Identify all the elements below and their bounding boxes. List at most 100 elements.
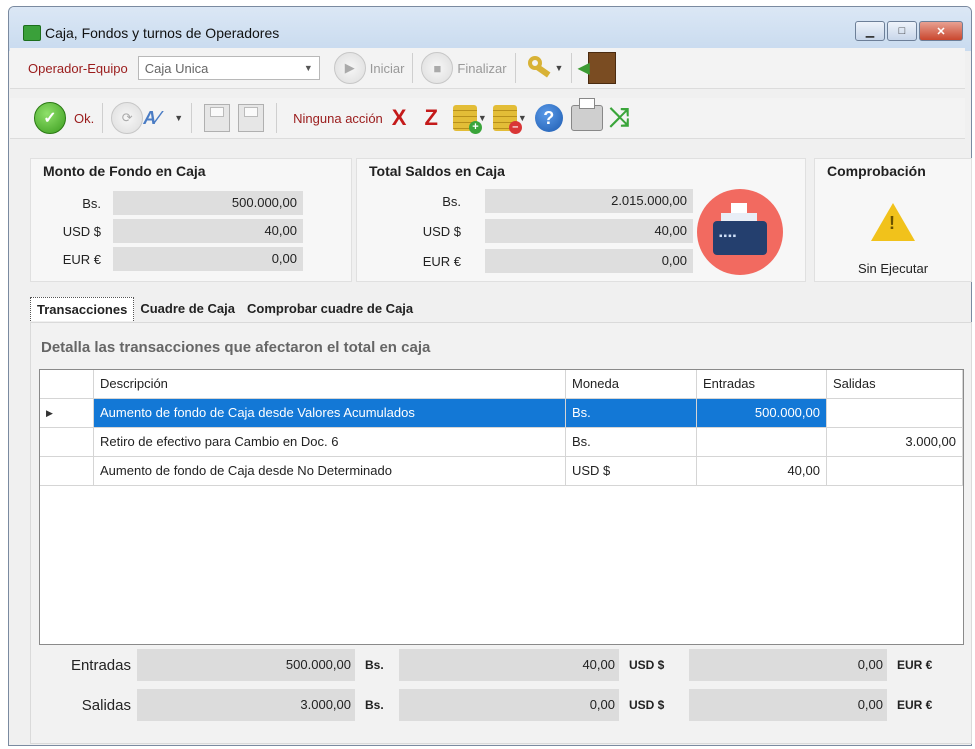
cell-description[interactable]: Aumento de fondo de Caja desde No Determ… — [94, 457, 566, 485]
cell-out[interactable]: 3.000,00 — [827, 428, 963, 456]
currency-label: EUR € — [62, 251, 101, 267]
exit-door-icon[interactable] — [577, 52, 617, 84]
chevron-down-icon: ▼ — [303, 63, 313, 73]
cash-register-icon: ▪▪▪▪ — [697, 189, 783, 275]
column-header-descripcion[interactable]: Descripción — [94, 370, 566, 398]
cell-description[interactable]: Aumento de fondo de Caja desde Valores A… — [94, 399, 566, 427]
currency-label: USD $ — [422, 223, 461, 239]
spellcheck-icon[interactable]: A⁄ — [143, 105, 173, 131]
finish-button[interactable]: ■ — [421, 52, 454, 84]
table-row[interactable]: Retiro de efectivo para Cambio en Doc. 6… — [40, 428, 963, 457]
cell-out[interactable] — [827, 399, 963, 427]
dropdown-arrow-icon[interactable]: ▼ — [174, 113, 183, 123]
transactions-grid[interactable]: Descripción Moneda Entradas Salidas ▶ Au… — [39, 369, 964, 645]
help-icon[interactable]: ? — [534, 104, 563, 132]
toolbar-separator — [276, 103, 278, 133]
currency-usd: USD $ — [629, 698, 665, 712]
ok-button-label[interactable]: Ok. — [74, 111, 94, 126]
dropdown-arrow-icon[interactable]: ▼ — [555, 63, 564, 73]
start-button[interactable]: ▶ — [333, 52, 366, 84]
maximize-button[interactable]: □ — [887, 21, 917, 41]
toolbar-separator — [191, 103, 193, 133]
operator-toolbar: Operador-Equipo Caja Unica ▼ ▶ Iniciar ■… — [10, 48, 965, 89]
verification-panel: Comprobación ! Sin Ejecutar — [814, 158, 972, 282]
toolbar-separator — [514, 53, 516, 83]
entradas-eur: 0,00 — [689, 649, 887, 681]
cell-out[interactable] — [827, 457, 963, 485]
transactions-tab-panel: Detalla las transacciones que afectaron … — [30, 322, 972, 744]
verification-status: Sin Ejecutar — [857, 261, 929, 276]
row-indicator — [40, 428, 94, 456]
fund-value-eur: 0,00 — [113, 247, 303, 271]
balance-value-usd: 40,00 — [485, 219, 693, 243]
warning-icon: ! — [871, 203, 915, 241]
row-pointer-icon: ▶ — [40, 399, 94, 427]
table-row[interactable]: Aumento de fondo de Caja desde No Determ… — [40, 457, 963, 486]
cell-in[interactable]: 40,00 — [697, 457, 827, 485]
refresh-button[interactable]: ⟳ — [111, 102, 144, 134]
balance-value-eur: 0,00 — [485, 249, 693, 273]
cell-currency[interactable]: USD $ — [566, 457, 697, 485]
currency-label: USD $ — [62, 223, 101, 239]
operator-label: Operador-Equipo — [28, 60, 128, 76]
printer-icon[interactable] — [570, 98, 603, 131]
totals-salidas-row: Salidas 3.000,00 Bs. 0,00 USD $ 0,00 EUR… — [31, 689, 947, 721]
cell-in[interactable] — [697, 428, 827, 456]
cell-currency[interactable]: Bs. — [566, 428, 697, 456]
tab-cuadre[interactable]: Cuadre de Caja — [134, 297, 241, 321]
operator-combo[interactable]: Caja Unica ▼ — [137, 56, 320, 80]
currency-usd: USD $ — [629, 658, 665, 672]
balance-row-usd: USD $ 40,00 — [357, 219, 693, 243]
minimize-button[interactable]: ▁ — [855, 21, 885, 41]
column-header-salidas[interactable]: Salidas — [827, 370, 963, 398]
entradas-usd: 40,00 — [399, 649, 619, 681]
cell-description[interactable]: Retiro de efectivo para Cambio en Doc. 6 — [94, 428, 566, 456]
window-controls: ▁ □ ✕ — [855, 21, 963, 41]
tab-bar: Transacciones Cuadre de Caja Comprobar c… — [30, 297, 419, 321]
balance-value-bs: 2.015.000,00 — [485, 189, 693, 213]
currency-bs: Bs. — [365, 658, 384, 672]
cell-in[interactable]: 500.000,00 — [697, 399, 827, 427]
entradas-bs: 500.000,00 — [137, 649, 355, 681]
shuffle-icon[interactable]: ⤨ — [609, 102, 630, 134]
fund-row-bs: Bs. 500.000,00 — [31, 191, 303, 215]
operator-combo-value: Caja Unica — [144, 60, 209, 76]
currency-label: Bs. — [442, 193, 461, 209]
stop-icon: ■ — [433, 60, 442, 76]
column-header-moneda[interactable]: Moneda — [566, 370, 697, 398]
coins-add-icon[interactable]: + — [452, 105, 482, 134]
z-report-button[interactable]: Z — [424, 105, 437, 131]
currency-eur: EUR € — [897, 698, 933, 712]
fund-value-bs: 500.000,00 — [113, 191, 303, 215]
window-title: Caja, Fondos y turnos de Operadores — [45, 25, 280, 41]
fund-panel: Monto de Fondo en Caja Bs. 500.000,00 US… — [30, 158, 352, 282]
tab-transacciones[interactable]: Transacciones — [30, 297, 135, 321]
close-button[interactable]: ✕ — [919, 21, 963, 41]
x-report-button[interactable]: X — [392, 105, 407, 131]
salidas-eur: 0,00 — [689, 689, 887, 721]
save-icon[interactable] — [238, 104, 265, 132]
currency-label: EUR € — [422, 253, 461, 269]
coins-remove-icon[interactable]: – — [492, 105, 522, 134]
currency-label: Bs. — [82, 195, 101, 211]
column-header-entradas[interactable]: Entradas — [697, 370, 827, 398]
fund-row-usd: USD $ 40,00 — [31, 219, 303, 243]
refresh-icon: ⟳ — [121, 110, 133, 125]
fund-value-usd: 40,00 — [113, 219, 303, 243]
play-icon: ▶ — [344, 60, 355, 75]
save-all-icon[interactable] — [204, 104, 231, 132]
ok-check-icon[interactable]: ✓ — [34, 102, 66, 134]
action-status-text: Ninguna acción — [293, 110, 383, 126]
salidas-usd: 0,00 — [399, 689, 619, 721]
verification-title: Comprobación — [827, 163, 926, 179]
tab-comprobar-cuadre[interactable]: Comprobar cuadre de Caja — [241, 297, 419, 321]
fund-row-eur: EUR € 0,00 — [31, 247, 303, 271]
row-indicator-header — [40, 370, 94, 398]
app-icon — [23, 25, 41, 41]
cell-currency[interactable]: Bs. — [566, 399, 697, 427]
balance-panel-title: Total Saldos en Caja — [369, 163, 505, 179]
key-icon[interactable] — [524, 54, 554, 82]
title-bar: Caja, Fondos y turnos de Operadores ▁ □ … — [9, 7, 971, 51]
table-row[interactable]: ▶ Aumento de fondo de Caja desde Valores… — [40, 399, 963, 428]
grid-header: Descripción Moneda Entradas Salidas — [40, 370, 963, 399]
